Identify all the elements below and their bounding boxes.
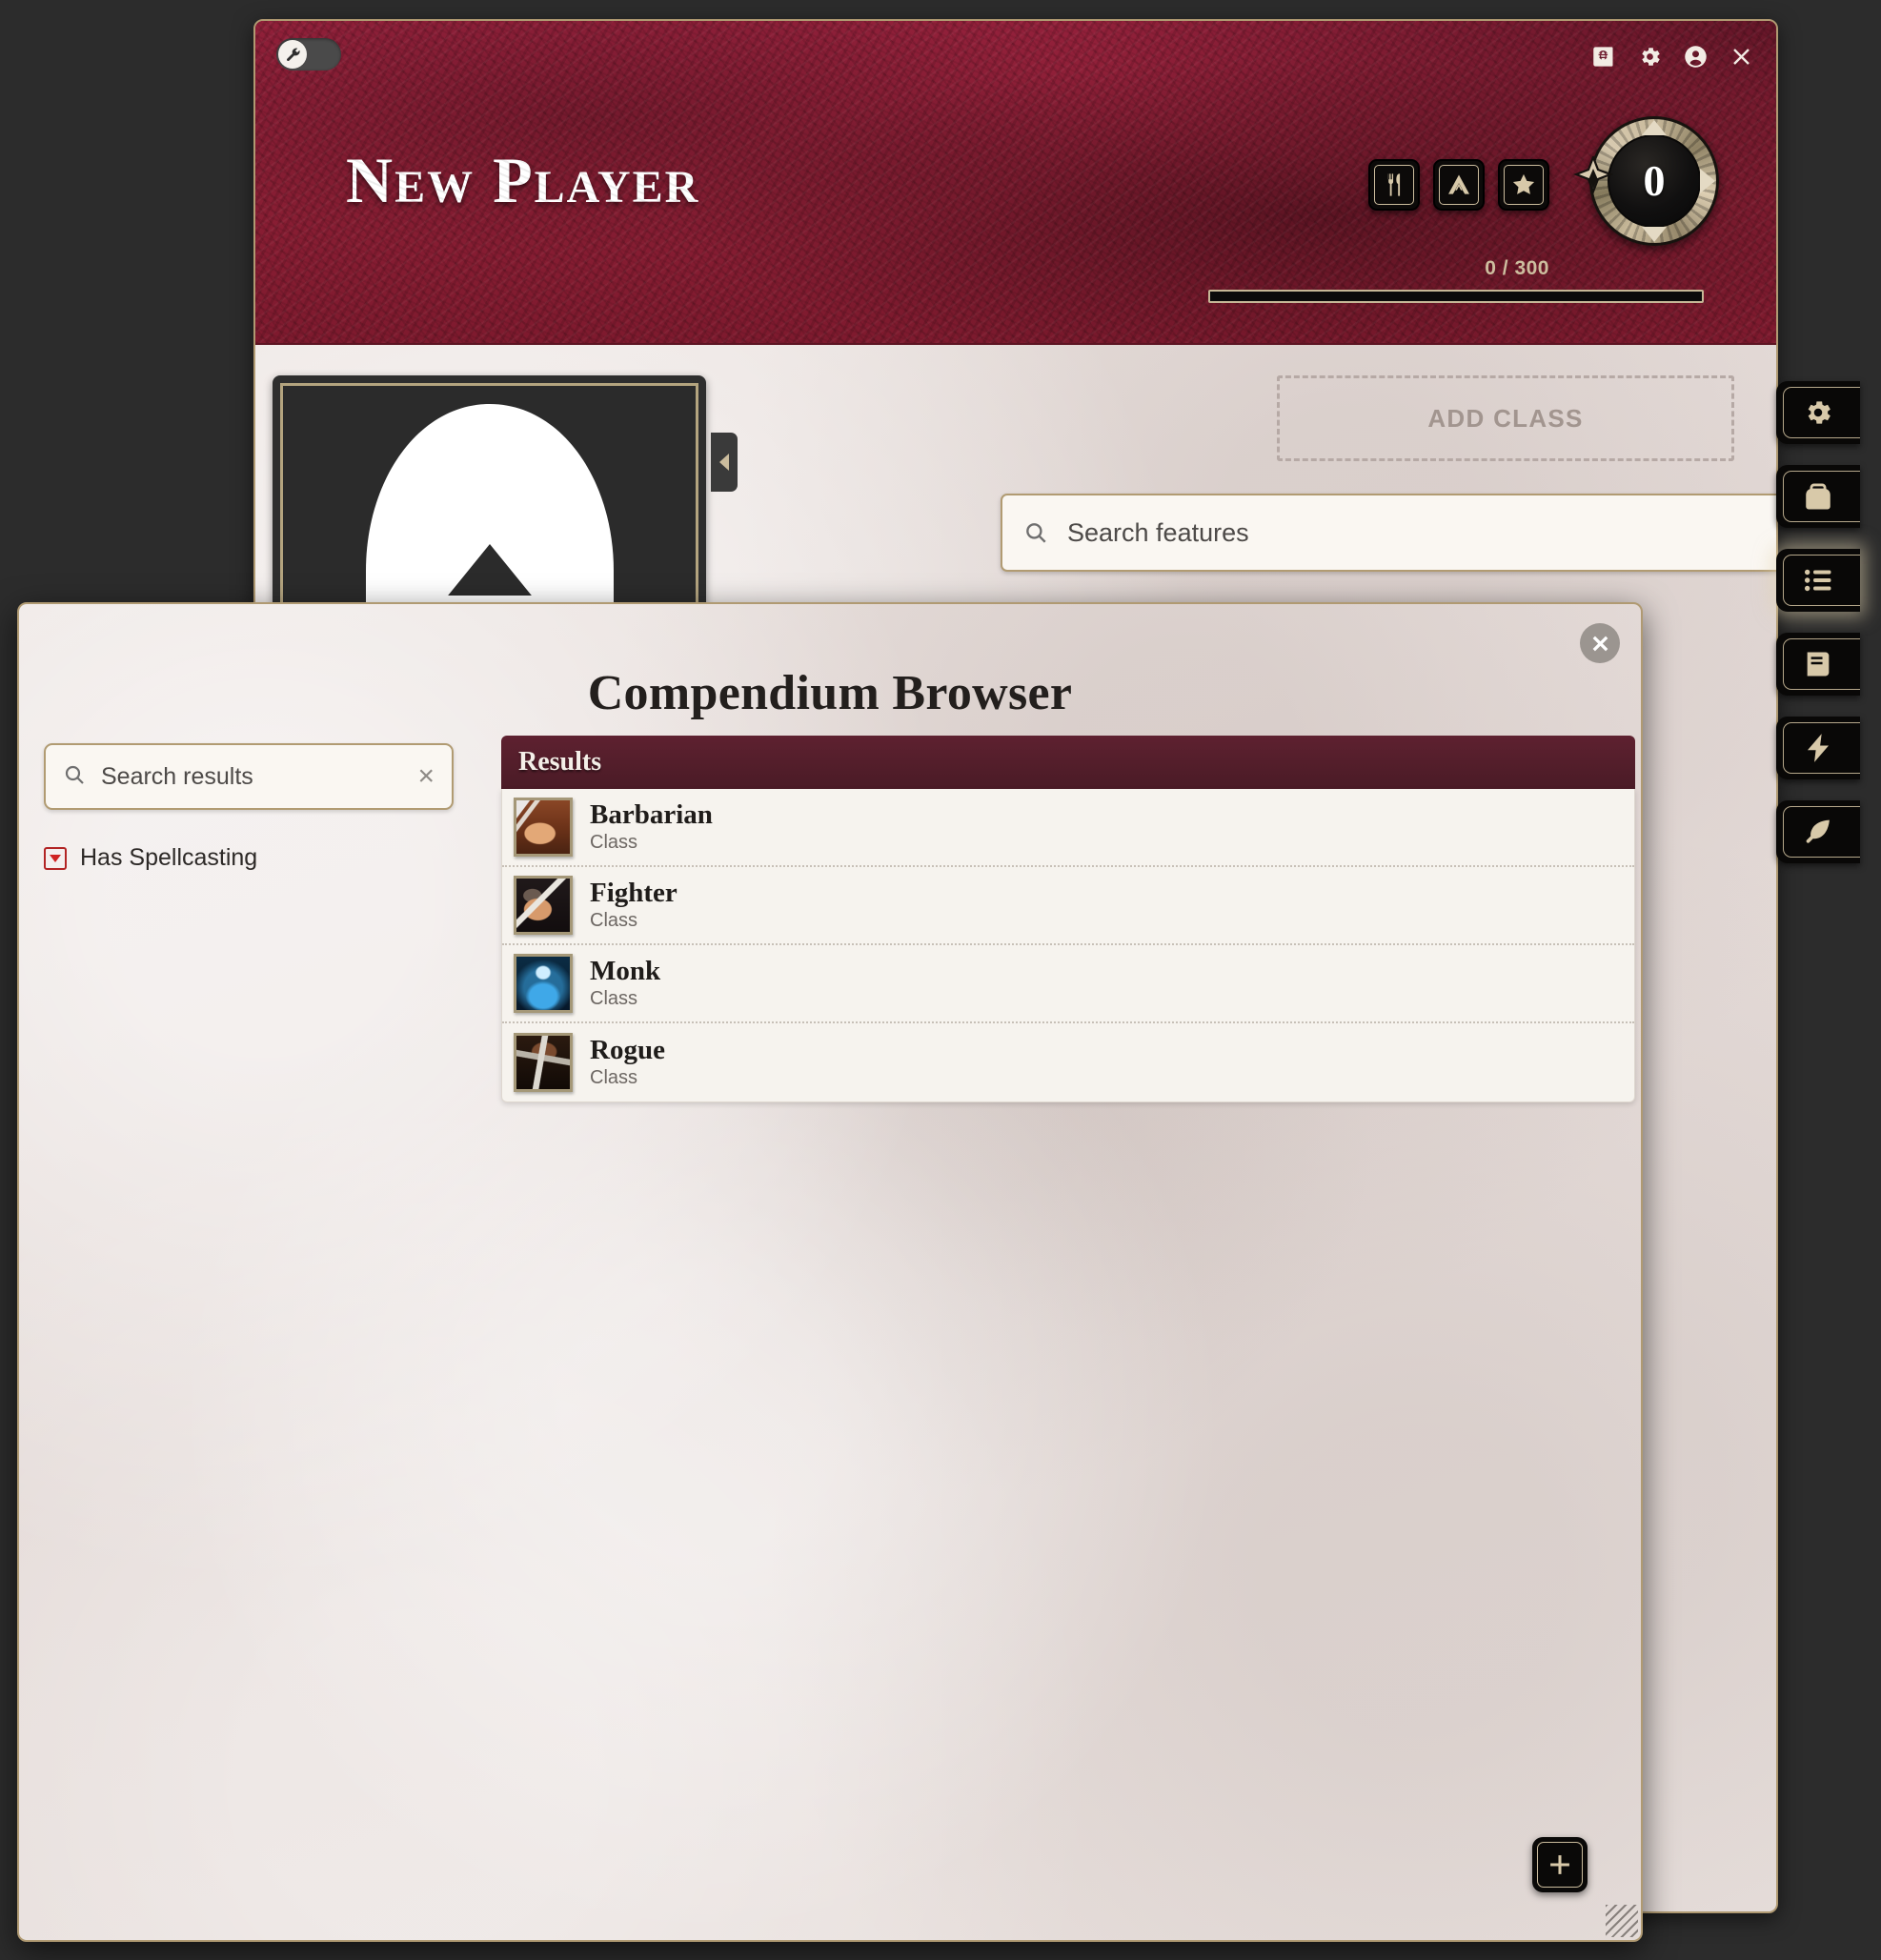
result-type: Class bbox=[590, 909, 638, 931]
plus-icon bbox=[1550, 1855, 1569, 1874]
book-icon bbox=[1807, 652, 1830, 677]
chevron-left-icon bbox=[719, 454, 729, 471]
tool-rail-spellbook[interactable] bbox=[1776, 633, 1860, 696]
rogue-thumb bbox=[514, 1033, 573, 1092]
table-row[interactable]: Monk Class bbox=[502, 945, 1634, 1023]
window-controls bbox=[1589, 42, 1755, 71]
wrench-icon bbox=[278, 40, 307, 69]
resize-handle[interactable] bbox=[1606, 1905, 1638, 1937]
tool-rail bbox=[1776, 381, 1881, 884]
compendium-icon[interactable] bbox=[1589, 42, 1618, 71]
barbarian-thumb bbox=[514, 798, 573, 857]
fighter-thumb bbox=[514, 876, 573, 935]
compendium-filters-sidebar: × Has Spellcasting bbox=[44, 743, 454, 872]
features-search-bar: × bbox=[1001, 494, 1776, 572]
inspiration-icon[interactable] bbox=[1498, 159, 1549, 211]
search-icon bbox=[1023, 520, 1048, 545]
result-name: Fighter bbox=[590, 878, 678, 909]
gear-icon bbox=[1808, 401, 1830, 424]
feather-icon bbox=[1806, 819, 1830, 843]
clear-search-icon[interactable]: × bbox=[417, 762, 435, 791]
table-row[interactable]: Barbarian Class bbox=[502, 789, 1634, 867]
result-type: Class bbox=[590, 831, 638, 853]
result-name: Barbarian bbox=[590, 799, 713, 831]
short-rest-icon[interactable] bbox=[1368, 159, 1420, 211]
result-name: Monk bbox=[590, 956, 661, 987]
result-type: Class bbox=[590, 987, 638, 1009]
result-meta: Fighter Class bbox=[590, 879, 678, 931]
orb-arrow-down-icon bbox=[1642, 227, 1667, 242]
add-class-button[interactable]: ADD CLASS bbox=[1277, 375, 1734, 461]
edit-mode-toggle[interactable] bbox=[276, 38, 341, 71]
user-icon[interactable] bbox=[1681, 42, 1709, 71]
xp-value: 0 / 300 bbox=[1485, 257, 1549, 279]
level-gem-icon bbox=[1568, 153, 1618, 206]
result-meta: Monk Class bbox=[590, 957, 660, 1009]
long-rest-icon[interactable] bbox=[1433, 159, 1485, 211]
compendium-browser-dialog: Compendium Browser × Has Spellcasting Re… bbox=[17, 602, 1643, 1942]
level-number: 0 bbox=[1643, 156, 1666, 205]
orb-arrow-up-icon bbox=[1642, 120, 1667, 135]
search-icon bbox=[63, 763, 86, 791]
tool-rail-effects[interactable] bbox=[1776, 800, 1860, 863]
add-button[interactable] bbox=[1532, 1837, 1588, 1892]
dialog-title: Compendium Browser bbox=[587, 666, 1073, 720]
result-type: Class bbox=[590, 1066, 638, 1088]
collapse-caret-icon bbox=[44, 846, 67, 870]
xp-progress-bar bbox=[1208, 290, 1704, 303]
tool-rail-gear[interactable] bbox=[1776, 381, 1860, 444]
compendium-results: Results Barbarian Class Fighter Class Mo… bbox=[501, 736, 1635, 1102]
table-row[interactable]: Fighter Class bbox=[502, 867, 1634, 945]
bolt-icon bbox=[1807, 734, 1830, 762]
tool-rail-actions[interactable] bbox=[1776, 717, 1860, 779]
result-name: Rogue bbox=[590, 1035, 665, 1066]
header-action-buttons bbox=[1368, 159, 1549, 211]
result-meta: Rogue Class bbox=[590, 1036, 665, 1088]
results-list: Barbarian Class Fighter Class Monk Class… bbox=[501, 789, 1635, 1102]
close-icon[interactable] bbox=[1727, 42, 1755, 71]
table-row[interactable]: Rogue Class bbox=[502, 1023, 1634, 1101]
results-header: Results bbox=[501, 736, 1635, 789]
gear-icon[interactable] bbox=[1635, 42, 1664, 71]
results-search-bar: × bbox=[44, 743, 454, 810]
orb-arrow-right-icon bbox=[1700, 169, 1715, 193]
level-orb[interactable]: 0 bbox=[1572, 116, 1719, 246]
sheet-header-banner: New Player 0 0 / 300 bbox=[255, 21, 1776, 345]
page-title: New Player bbox=[346, 144, 700, 216]
search-input[interactable] bbox=[101, 762, 418, 791]
close-icon[interactable] bbox=[1580, 623, 1620, 663]
results-header-label: Results bbox=[518, 747, 602, 777]
filter-group-label: Has Spellcasting bbox=[80, 844, 258, 871]
tool-rail-features[interactable] bbox=[1776, 549, 1860, 612]
tool-rail-inventory[interactable] bbox=[1776, 465, 1860, 528]
monk-thumb bbox=[514, 954, 573, 1013]
app-root: New Player 0 0 / 300 ADD CLASS Search fe… bbox=[0, 0, 1881, 1960]
level-value: 0 bbox=[1608, 134, 1701, 228]
list-icon bbox=[1804, 569, 1831, 592]
result-meta: Barbarian Class bbox=[590, 800, 713, 853]
backpack-icon bbox=[1806, 483, 1830, 510]
sidebar-collapse-toggle[interactable] bbox=[711, 433, 738, 492]
search-input[interactable] bbox=[1067, 517, 1776, 548]
filter-group-has-spellcasting[interactable]: Has Spellcasting bbox=[44, 844, 454, 872]
